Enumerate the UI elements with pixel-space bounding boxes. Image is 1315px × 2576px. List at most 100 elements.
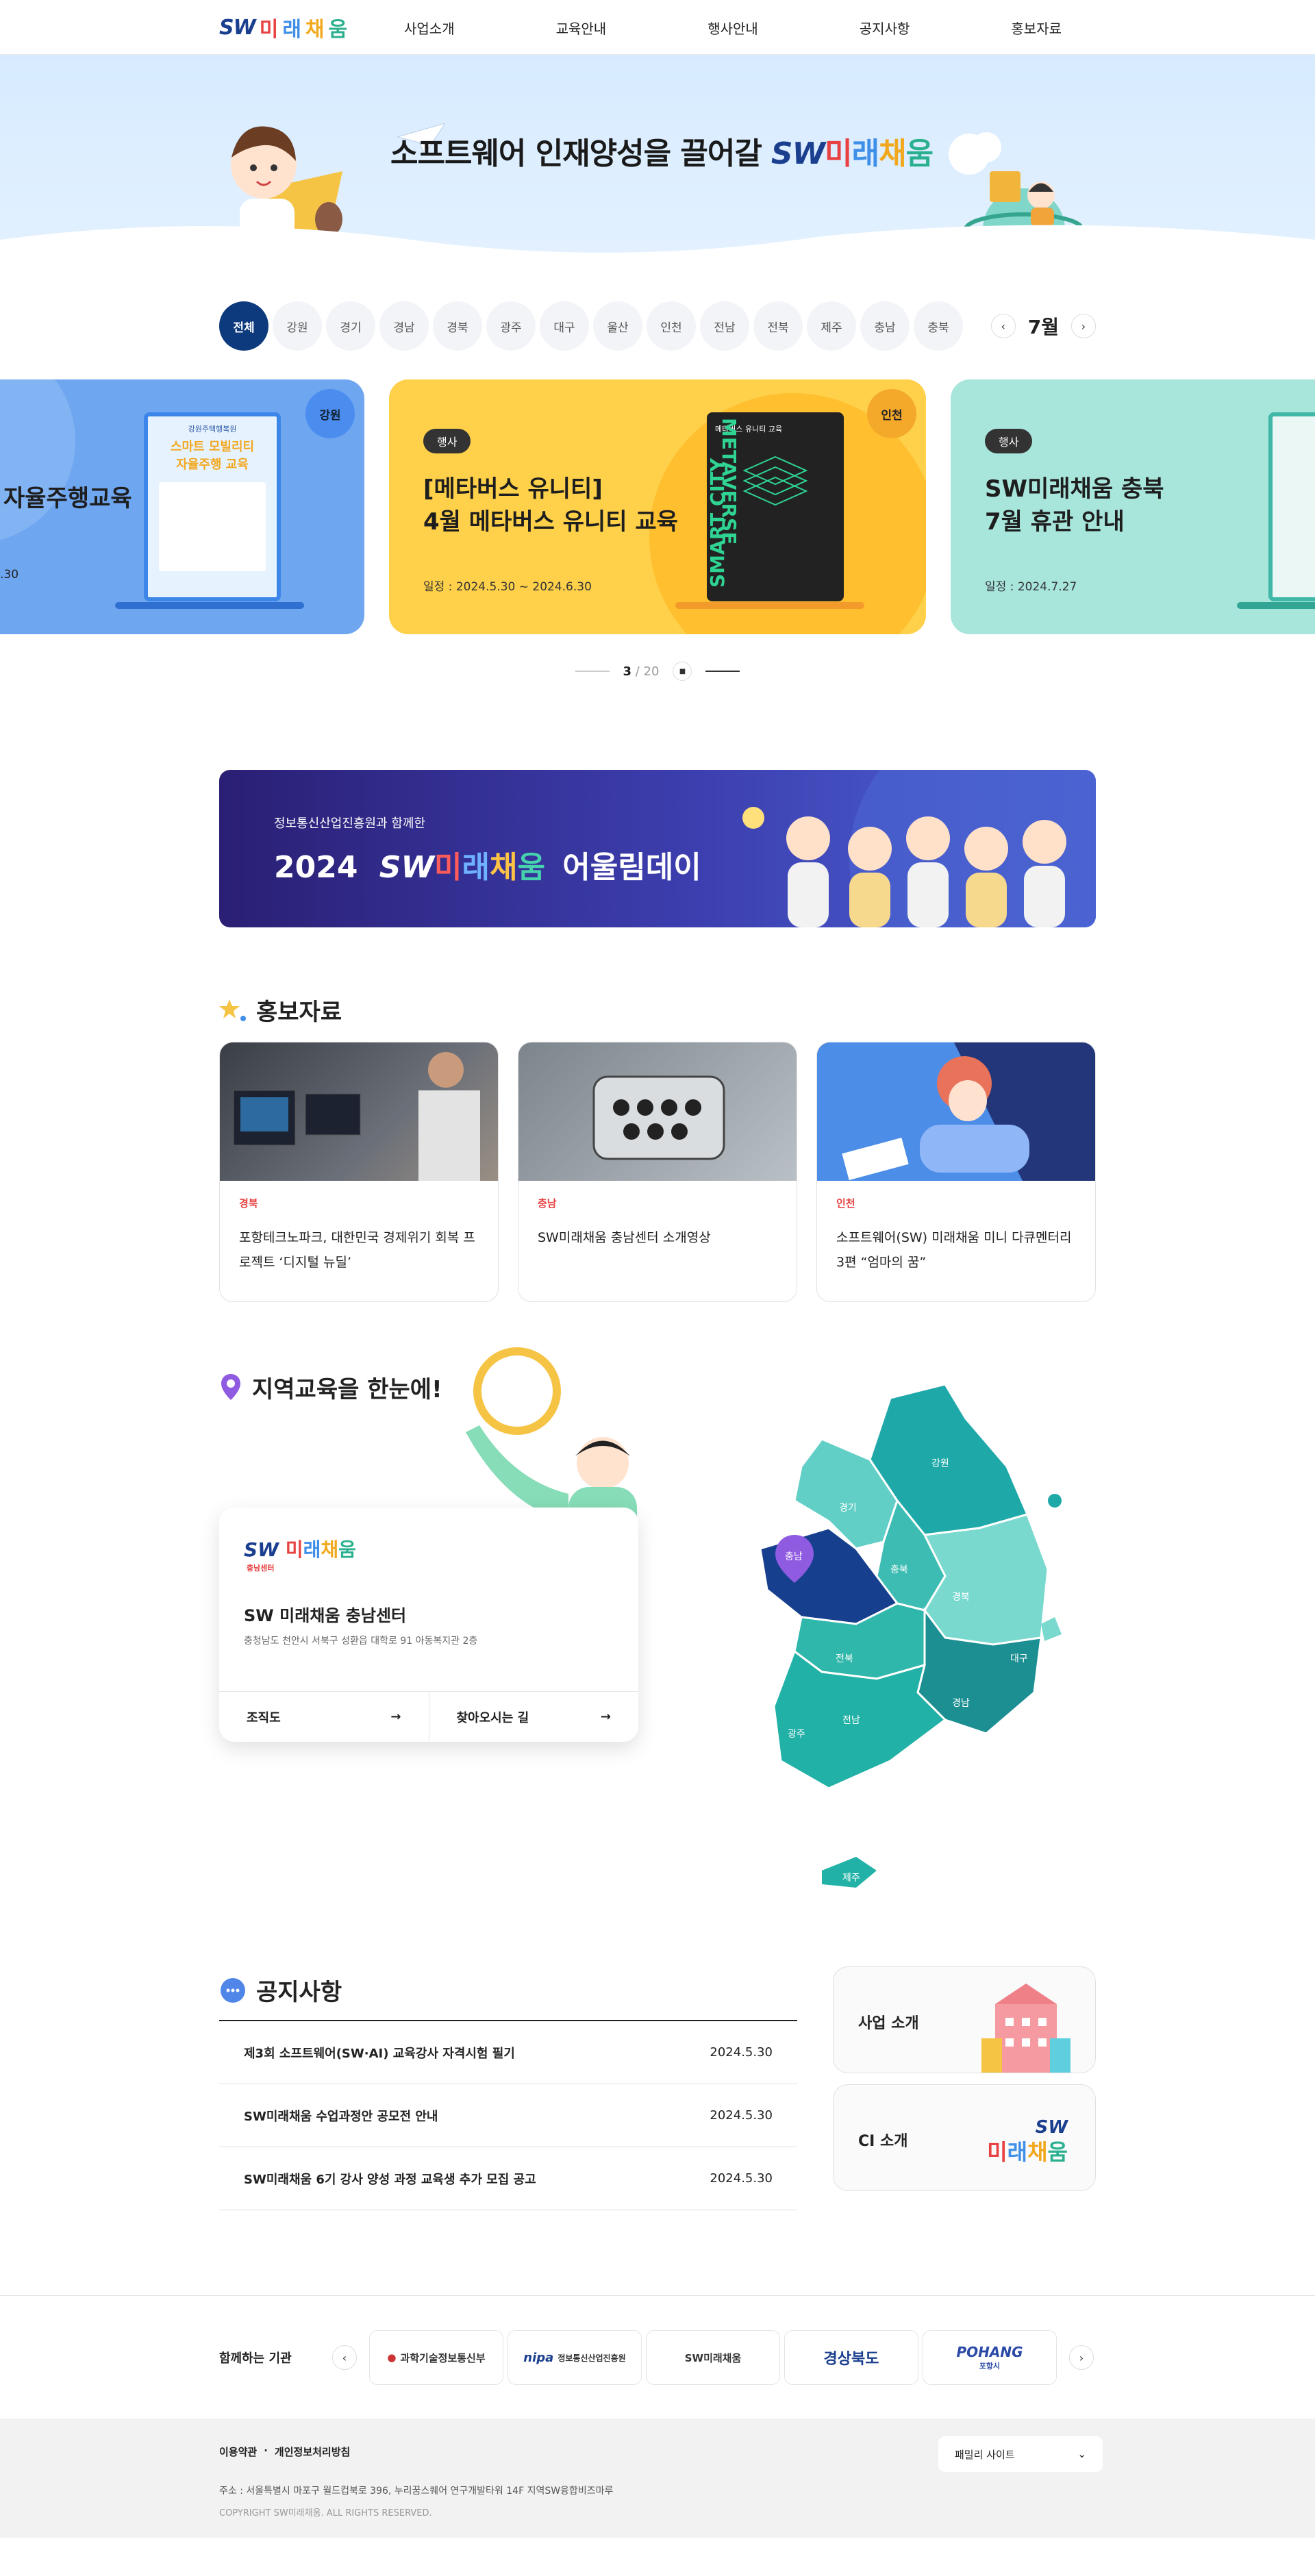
promo-card[interactable]: 충남 SW미래채움 충남센터 소개영상: [518, 1042, 797, 1302]
footer-address: 주소 : 서울특별시 마포구 월드컵북로 396, 누리꿈스퀘어 연구개발타워 …: [219, 2486, 614, 2497]
event-card[interactable]: 행사 [메타버스 유니티] 4월 메타버스 유니티 교육 일정 : 2024.5.…: [389, 379, 926, 634]
pause-icon: ■: [679, 667, 686, 675]
korea-region-map[interactable]: 강원 경기 충북 경북 대구 울산 전북 경남 전남 광주 제주 충남: [719, 1377, 1103, 1918]
nav-item-promo[interactable]: 홍보자료: [1004, 18, 1068, 38]
region-chip[interactable]: 경북: [433, 301, 482, 351]
event-carousel: 자율주행교육 .30 강원주택행복원 스마트 모빌리티 자율주행 교육 강원 행…: [0, 379, 1315, 634]
notice-row[interactable]: 제3회 소프트웨어(SW·AI) 교육강사 자격시험 필기 2024.5.30: [219, 2021, 797, 2084]
partner-logo[interactable]: nipa 정보통신산업진흥원: [508, 2330, 642, 2385]
speech-bubble-icon: [221, 1977, 245, 2003]
pause-button[interactable]: ■: [673, 662, 692, 681]
map-label-daegu[interactable]: 대구: [1010, 1653, 1028, 1664]
notice-row[interactable]: SW미래채움 수업과정안 공모전 안내 2024.5.30: [219, 2084, 797, 2147]
partners-prev-button[interactable]: ‹: [332, 2345, 357, 2370]
site-logo[interactable]: SW 미래채움: [219, 12, 397, 42]
location-pin-icon: [221, 1373, 240, 1400]
logo-char-rae: 래: [282, 18, 301, 42]
event-poster: 메타버스 유니티 교육 SMART CITY METAVERSE: [707, 412, 844, 601]
center-name: SW 미래채움 충남센터: [244, 1606, 407, 1625]
notice-title: 공지사항: [256, 1979, 342, 2006]
partners-next-button[interactable]: ›: [1069, 2345, 1094, 2370]
nav-item-education[interactable]: 교육안내: [549, 18, 614, 38]
org-chart-button[interactable]: 조직도 →: [219, 1692, 429, 1742]
partner-logo[interactable]: 경상북도: [784, 2330, 918, 2385]
chevron-left-icon: ‹: [342, 2351, 347, 2364]
region-chip[interactable]: 대구: [540, 301, 589, 351]
partner-name: 경상북도: [823, 2351, 879, 2368]
promo-card[interactable]: 경북 포항테크노파크, 대한민국 경제위기 회복 프로젝트 ‘디지털 뉴딜’: [219, 1042, 499, 1302]
map-label-gyeongbuk[interactable]: 경북: [952, 1592, 970, 1603]
privacy-link[interactable]: 개인정보처리방침: [275, 2444, 350, 2459]
partner-name: 과학기술정보통신부: [400, 2351, 486, 2364]
banner-subtitle: 정보통신산업진흥원과 함께한: [274, 816, 426, 831]
notice-row-date: 2024.5.30: [710, 2045, 773, 2060]
partner-name: 포항시: [979, 2362, 1001, 2371]
prev-slide-arrow[interactable]: [575, 671, 610, 672]
region-chip[interactable]: 전체: [219, 301, 268, 351]
region-chip[interactable]: 울산: [593, 301, 642, 351]
region-chip[interactable]: 경기: [326, 301, 375, 351]
center-address: 충청남도 천안시 서북구 성환읍 대학로 91 아동복지관 2층: [244, 1636, 478, 1647]
promo-card-title: 포항테크노파크, 대한민국 경제위기 회복 프로젝트 ‘디지털 뉴딜’: [239, 1230, 475, 1270]
partner-logo[interactable]: POHANG 포항시: [923, 2330, 1057, 2385]
arrow-right-icon: →: [390, 1710, 401, 1724]
chevron-down-icon: ⌄: [1077, 2448, 1086, 2460]
ci-intro-link[interactable]: CI 소개 SW 미래채움: [833, 2084, 1096, 2191]
region-chip[interactable]: 제주: [807, 301, 856, 351]
partner-logo[interactable]: SW미래채움: [646, 2330, 780, 2385]
pager-count: 3 / 20: [623, 664, 660, 679]
banner-year: 2024: [274, 850, 358, 885]
notice-row-date: 2024.5.30: [710, 2171, 773, 2186]
promo-section: 홍보자료 경북 포항테크노파크, 대한민국 경제위기 회복 프로젝트 ‘디지털 뉴…: [219, 993, 1096, 1302]
region-chip[interactable]: 경남: [379, 301, 429, 351]
event-poster: 강원주택행복원 스마트 모빌리티 자율주행 교육: [144, 412, 281, 601]
directions-button[interactable]: 찾아오시는 길 →: [429, 1692, 639, 1742]
chevron-left-icon: ‹: [1001, 319, 1005, 333]
map-label-jeonbuk[interactable]: 전북: [836, 1653, 853, 1664]
pager-current: 3: [623, 664, 632, 679]
prev-month-button[interactable]: ‹: [990, 314, 1016, 338]
promo-region: 충남: [538, 1197, 557, 1210]
partner-logo[interactable]: ● 과학기술정보통신부: [369, 2330, 503, 2385]
map-label-chungbuk[interactable]: 충북: [890, 1564, 908, 1575]
business-intro-link[interactable]: 사업 소개: [833, 1966, 1096, 2073]
regional-section: 지역교육을 한눈에! SW 미래채움 충남센터 SW 미래채움 충남센터 충청남도…: [219, 1347, 1096, 1932]
building-icon: [981, 1984, 1070, 2073]
site-header: SW 미래채움 사업소개 교육안내 행사안내 공지사항 홍보자료: [0, 0, 1315, 55]
promo-heading: 홍보자료: [219, 993, 1096, 1027]
notice-list: 제3회 소프트웨어(SW·AI) 교육강사 자격시험 필기 2024.5.30 S…: [219, 2020, 797, 2210]
map-label-ulsan[interactable]: 울산: [1040, 1677, 1057, 1688]
region-chip[interactable]: 강원: [273, 301, 322, 351]
event-card[interactable]: 자율주행교육 .30 강원주택행복원 스마트 모빌리티 자율주행 교육 강원: [0, 379, 364, 634]
region-chip[interactable]: 인천: [647, 301, 696, 351]
next-month-button[interactable]: ›: [1071, 314, 1096, 338]
region-chip[interactable]: 전북: [753, 301, 803, 351]
map-label-gwangju[interactable]: 광주: [788, 1729, 805, 1740]
next-slide-arrow[interactable]: [705, 671, 740, 672]
nav-item-events[interactable]: 행사안내: [701, 18, 765, 38]
notice-row[interactable]: SW미래채움 6기 강사 양성 과정 교육생 추가 모집 공고 2024.5.30: [219, 2147, 797, 2210]
map-label-gangwon[interactable]: 강원: [931, 1458, 949, 1469]
region-chip[interactable]: 광주: [486, 301, 536, 351]
map-label-jeonnam[interactable]: 전남: [842, 1715, 860, 1726]
ci-logo: SW 미래채움: [987, 2117, 1068, 2165]
nav-item-notice[interactable]: 공지사항: [853, 18, 917, 38]
map-label-chungnam[interactable]: 충남: [785, 1551, 803, 1562]
map-label-gyeongnam[interactable]: 경남: [952, 1698, 970, 1709]
event-banner[interactable]: 정보통신산업진흥원과 함께한 2024 SW미래채움 어울림데이: [219, 770, 1096, 927]
map-label-gyeonggi[interactable]: 경기: [839, 1503, 857, 1514]
event-card[interactable]: 행사 SW미래채움 충북 7월 휴관 안내 일정 : 2024.7.27: [951, 379, 1315, 634]
nav-item-business[interactable]: 사업소개: [397, 18, 462, 38]
region-chip[interactable]: 전남: [700, 301, 749, 351]
notice-row-title: SW미래채움 6기 강사 양성 과정 교육생 추가 모집 공고: [244, 2172, 536, 2187]
logo-char-um: 움: [328, 18, 348, 42]
terms-link[interactable]: 이용약관: [219, 2444, 257, 2459]
notice-row-title: SW미래채움 수업과정안 공모전 안내: [244, 2109, 438, 2124]
region-chip[interactable]: 충남: [860, 301, 910, 351]
family-site-select[interactable]: 패밀리 사이트 ⌄: [938, 2436, 1103, 2472]
region-chip[interactable]: 충북: [914, 301, 963, 351]
promo-card[interactable]: 인천 소프트웨어(SW) 미래채움 미니 다큐멘터리 3편 “엄마의 꿈”: [816, 1042, 1096, 1302]
promo-thumbnail: [817, 1042, 1095, 1181]
map-label-jeju[interactable]: 제주: [842, 1873, 860, 1884]
taegeuk-icon: ●: [387, 2351, 397, 2364]
